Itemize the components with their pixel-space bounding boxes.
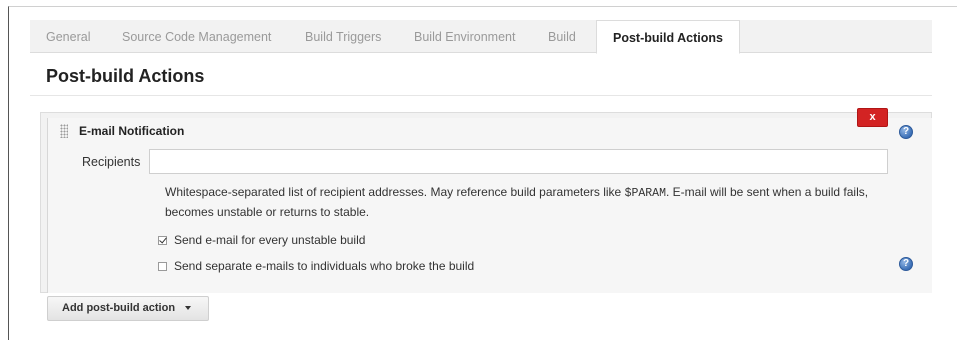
tab-post-build-actions[interactable]: Post-build Actions	[596, 20, 740, 54]
caret-down-icon	[185, 306, 192, 311]
recipients-input[interactable]	[149, 149, 888, 174]
unstable-build-label: Send e-mail for every unstable build	[174, 233, 366, 247]
help-icon[interactable]: ?	[899, 257, 913, 271]
section-divider	[30, 95, 932, 96]
help-icon[interactable]: ?	[899, 125, 913, 139]
add-post-build-action-button[interactable]: Add post-build action	[47, 296, 209, 321]
delete-button[interactable]: x	[857, 108, 888, 127]
individual-emails-label: Send separate e-mails to individuals who…	[174, 259, 475, 273]
unstable-build-checkbox[interactable]	[158, 235, 167, 245]
help-text-param: $PARAM	[624, 187, 666, 200]
recipients-help-text: Whitespace-separated list of recipient a…	[165, 183, 890, 221]
recipients-label: Recipients	[82, 155, 141, 169]
section-title: Post-build Actions	[46, 66, 205, 86]
drag-handle-icon[interactable]	[60, 124, 68, 138]
individual-emails-checkbox[interactable]	[158, 261, 167, 271]
add-post-build-action-label: Add post-build action	[62, 302, 176, 314]
tab-source-code-management[interactable]: Source Code Management	[122, 20, 271, 53]
option-unstable-build[interactable]: Send e-mail for every unstable build	[158, 232, 365, 248]
option-individual-emails[interactable]: Send separate e-mails to individuals who…	[158, 258, 474, 274]
email-notification-header: E-mail Notification	[79, 124, 185, 138]
tab-general[interactable]: General	[46, 20, 90, 53]
config-tabbar: General Source Code Management Build Tri…	[30, 20, 932, 54]
tab-build-environment[interactable]: Build Environment	[414, 20, 515, 53]
help-text-part1: Whitespace-separated list of recipient a…	[165, 185, 625, 199]
tab-build[interactable]: Build	[548, 20, 576, 53]
tab-build-triggers[interactable]: Build Triggers	[305, 20, 381, 53]
